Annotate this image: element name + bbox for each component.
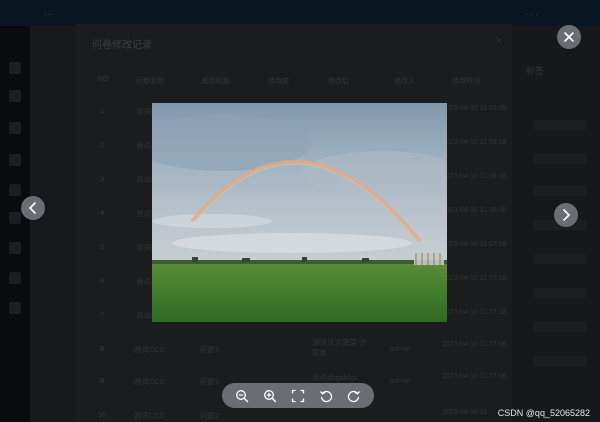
zoom-in-button[interactable] [262,388,278,404]
chevron-right-icon [563,209,570,221]
rotate-left-icon [320,390,333,402]
close-icon [564,32,574,42]
chevron-left-icon [29,202,36,214]
zoom-in-icon [264,389,277,402]
preview-image [152,103,447,322]
csdn-watermark: CSDN @qq_52065282 [497,408,590,418]
viewer-prev-button[interactable] [21,196,45,220]
zoom-out-button[interactable] [234,388,250,404]
rotate-right-icon [347,390,360,402]
zoom-out-icon [236,389,249,402]
fullscreen-button[interactable] [290,388,306,404]
rotate-left-button[interactable] [318,388,334,404]
viewer-close-button[interactable] [557,25,581,49]
viewer-toolbar [222,383,374,408]
rotate-right-button[interactable] [346,388,362,404]
viewer-next-button[interactable] [554,203,578,227]
fullscreen-icon [291,389,305,402]
